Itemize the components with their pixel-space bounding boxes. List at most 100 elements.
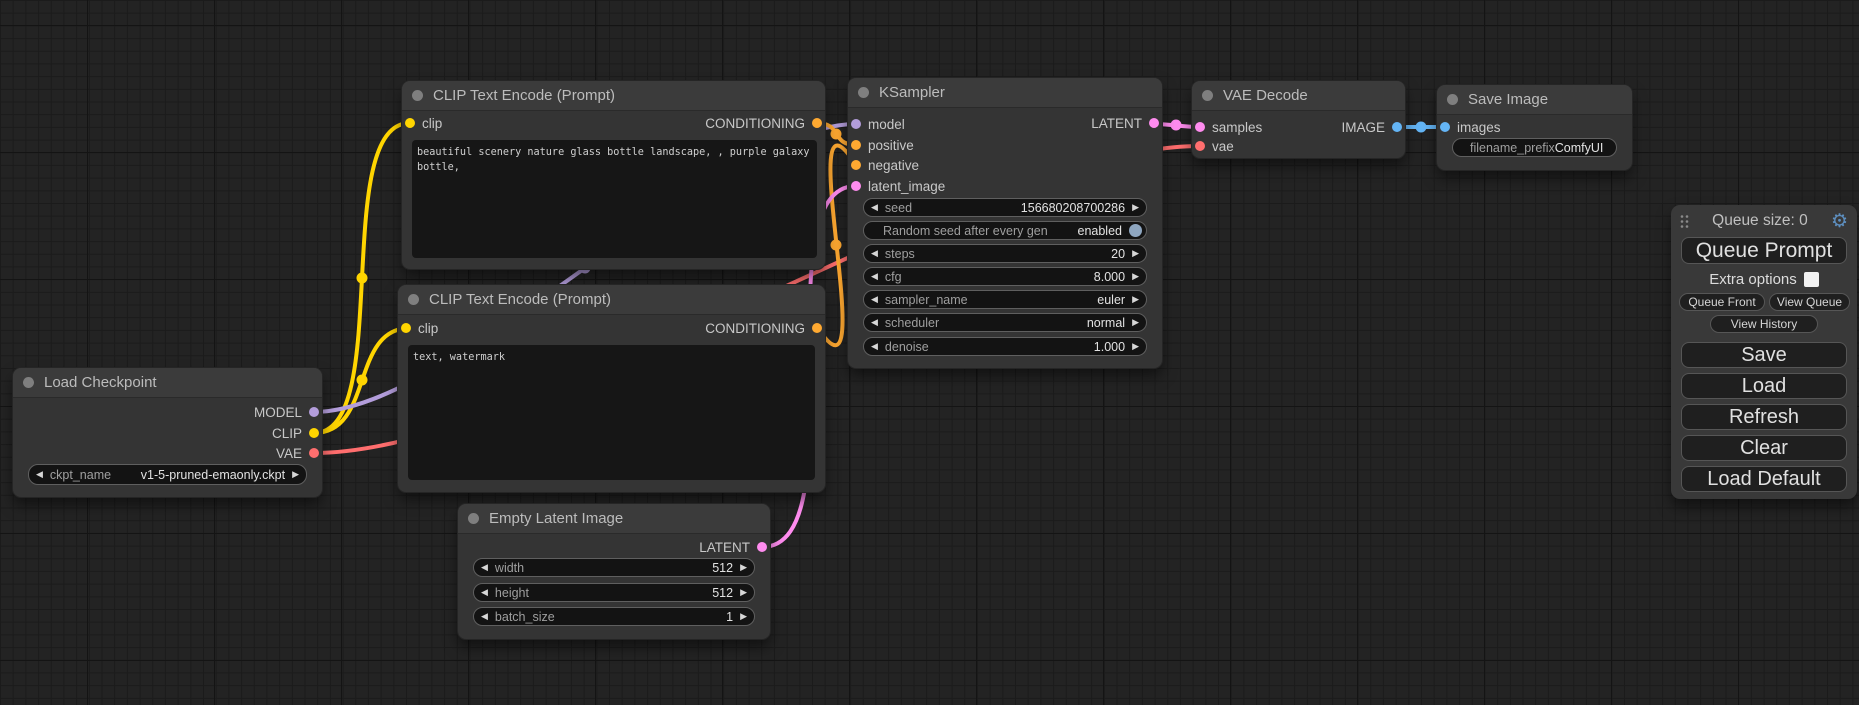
load-default-button[interactable]: Load Default <box>1681 466 1847 492</box>
refresh-button[interactable]: Refresh <box>1681 404 1847 430</box>
latent-output-dot[interactable] <box>757 542 767 552</box>
collapse-dot[interactable] <box>468 513 479 524</box>
input-clip: clip <box>401 319 438 337</box>
node-clip-text-encode-1: CLIP Text Encode (Prompt) clip CONDITION… <box>402 81 825 269</box>
positive-input-dot[interactable] <box>851 140 861 150</box>
latent-output-dot[interactable] <box>1149 118 1159 128</box>
load-button[interactable]: Load <box>1681 373 1847 399</box>
input-samples: samples <box>1195 118 1262 136</box>
increment-arrow-icon[interactable]: ▶ <box>740 588 747 597</box>
width-widget[interactable]: ◀ width 512 ▶ <box>473 558 755 577</box>
node-title: KSampler <box>879 84 945 101</box>
scheduler-widget[interactable]: ◀ scheduler normal ▶ <box>863 313 1147 332</box>
toggle-knob[interactable] <box>1129 224 1142 237</box>
input-images: images <box>1440 118 1501 136</box>
view-history-button[interactable]: View History <box>1710 315 1818 333</box>
cfg-widget[interactable]: ◀ cfg 8.000 ▶ <box>863 267 1147 286</box>
queue-menu-panel: Queue size: 0 ⚙ Queue Prompt Extra optio… <box>1671 205 1857 499</box>
decrement-arrow-icon[interactable]: ◀ <box>871 318 878 327</box>
filename-prefix-widget[interactable]: filename_prefix ComfyUI <box>1452 138 1617 157</box>
increment-arrow-icon[interactable]: ▶ <box>1132 249 1139 258</box>
vae-decode-title-bar[interactable]: VAE Decode <box>1192 81 1405 111</box>
decrement-arrow-icon[interactable]: ◀ <box>481 563 488 572</box>
clip-output-dot[interactable] <box>309 428 319 438</box>
increment-arrow-icon[interactable]: ▶ <box>1132 295 1139 304</box>
decrement-arrow-icon[interactable]: ◀ <box>481 612 488 621</box>
positive-prompt-textarea[interactable]: beautiful scenery nature glass bottle la… <box>412 140 817 258</box>
decrement-arrow-icon[interactable]: ◀ <box>871 295 878 304</box>
batch-size-widget[interactable]: ◀ batch_size 1 ▶ <box>473 607 755 626</box>
increment-arrow-icon[interactable]: ▶ <box>292 470 299 479</box>
clip-encode-1-title-bar[interactable]: CLIP Text Encode (Prompt) <box>402 81 825 111</box>
negative-input-dot[interactable] <box>851 160 861 170</box>
comfyui-canvas[interactable]: { "icons": { "arrow_left": "◀", "arrow_r… <box>0 0 1859 705</box>
node-title: CLIP Text Encode (Prompt) <box>429 291 611 308</box>
input-positive: positive <box>851 136 914 154</box>
load-checkpoint-title-bar[interactable]: Load Checkpoint <box>13 368 322 398</box>
save-image-title-bar[interactable]: Save Image <box>1437 85 1632 115</box>
latent-image-input-dot[interactable] <box>851 181 861 191</box>
increment-arrow-icon[interactable]: ▶ <box>740 563 747 572</box>
ksampler-title-bar[interactable]: KSampler <box>848 78 1162 108</box>
node-title: VAE Decode <box>1223 87 1308 104</box>
output-conditioning: CONDITIONING <box>705 319 822 337</box>
conditioning-output-dot[interactable] <box>812 323 822 333</box>
decrement-arrow-icon[interactable]: ◀ <box>871 272 878 281</box>
random-seed-toggle[interactable]: Random seed after every gen enabled <box>863 221 1147 240</box>
empty-latent-title-bar[interactable]: Empty Latent Image <box>458 504 770 534</box>
collapse-dot[interactable] <box>1202 90 1213 101</box>
drag-handle-icon[interactable] <box>1680 214 1689 229</box>
queue-prompt-button[interactable]: Queue Prompt <box>1681 237 1847 264</box>
collapse-dot[interactable] <box>408 294 419 305</box>
collapse-dot[interactable] <box>858 87 869 98</box>
model-output-dot[interactable] <box>309 407 319 417</box>
clip-input-dot[interactable] <box>405 118 415 128</box>
extra-options-label: Extra options <box>1709 271 1797 288</box>
model-input-dot[interactable] <box>851 119 861 129</box>
seed-widget[interactable]: ◀ seed 156680208700286 ▶ <box>863 198 1147 217</box>
negative-prompt-textarea[interactable]: text, watermark <box>408 345 815 480</box>
clear-button[interactable]: Clear <box>1681 435 1847 461</box>
images-input-dot[interactable] <box>1440 122 1450 132</box>
node-title: Empty Latent Image <box>489 510 623 527</box>
queue-front-button[interactable]: Queue Front <box>1679 293 1765 311</box>
decrement-arrow-icon[interactable]: ◀ <box>36 470 43 479</box>
sampler-name-widget[interactable]: ◀ sampler_name euler ▶ <box>863 290 1147 309</box>
height-widget[interactable]: ◀ height 512 ▶ <box>473 583 755 602</box>
steps-widget[interactable]: ◀ steps 20 ▶ <box>863 244 1147 263</box>
decrement-arrow-icon[interactable]: ◀ <box>871 249 878 258</box>
image-output-dot[interactable] <box>1392 122 1402 132</box>
increment-arrow-icon[interactable]: ▶ <box>1132 318 1139 327</box>
node-save-image: Save Image images filename_prefix ComfyU… <box>1437 85 1632 170</box>
input-negative: negative <box>851 156 919 174</box>
vae-output-dot[interactable] <box>309 448 319 458</box>
conditioning-output-dot[interactable] <box>812 118 822 128</box>
collapse-dot[interactable] <box>412 90 423 101</box>
view-queue-button[interactable]: View Queue <box>1769 293 1850 311</box>
decrement-arrow-icon[interactable]: ◀ <box>871 203 878 212</box>
denoise-widget[interactable]: ◀ denoise 1.000 ▶ <box>863 337 1147 356</box>
decrement-arrow-icon[interactable]: ◀ <box>481 588 488 597</box>
output-vae: VAE <box>276 444 319 462</box>
vae-input-dot[interactable] <box>1195 141 1205 151</box>
collapse-dot[interactable] <box>23 377 34 388</box>
node-ksampler: KSampler model positive negative latent_… <box>848 78 1162 368</box>
settings-gear-icon[interactable]: ⚙ <box>1831 212 1848 231</box>
save-button[interactable]: Save <box>1681 342 1847 368</box>
clip-encode-2-title-bar[interactable]: CLIP Text Encode (Prompt) <box>398 285 825 315</box>
ckpt-name-widget[interactable]: ◀ ckpt_name v1-5-pruned-emaonly.ckpt ▶ <box>28 464 307 485</box>
decrement-arrow-icon[interactable]: ◀ <box>871 342 878 351</box>
increment-arrow-icon[interactable]: ▶ <box>1132 203 1139 212</box>
node-title: Load Checkpoint <box>44 374 157 391</box>
input-latent-image: latent_image <box>851 177 945 195</box>
increment-arrow-icon[interactable]: ▶ <box>1132 272 1139 281</box>
clip-input-dot[interactable] <box>401 323 411 333</box>
increment-arrow-icon[interactable]: ▶ <box>1132 342 1139 351</box>
increment-arrow-icon[interactable]: ▶ <box>740 612 747 621</box>
extra-options-checkbox[interactable] <box>1804 272 1819 287</box>
samples-input-dot[interactable] <box>1195 122 1205 132</box>
node-empty-latent-image: Empty Latent Image LATENT ◀ width 512 ▶ … <box>458 504 770 639</box>
node-load-checkpoint: Load Checkpoint MODEL CLIP VAE ◀ ckpt_na… <box>13 368 322 497</box>
collapse-dot[interactable] <box>1447 94 1458 105</box>
output-conditioning: CONDITIONING <box>705 114 822 132</box>
